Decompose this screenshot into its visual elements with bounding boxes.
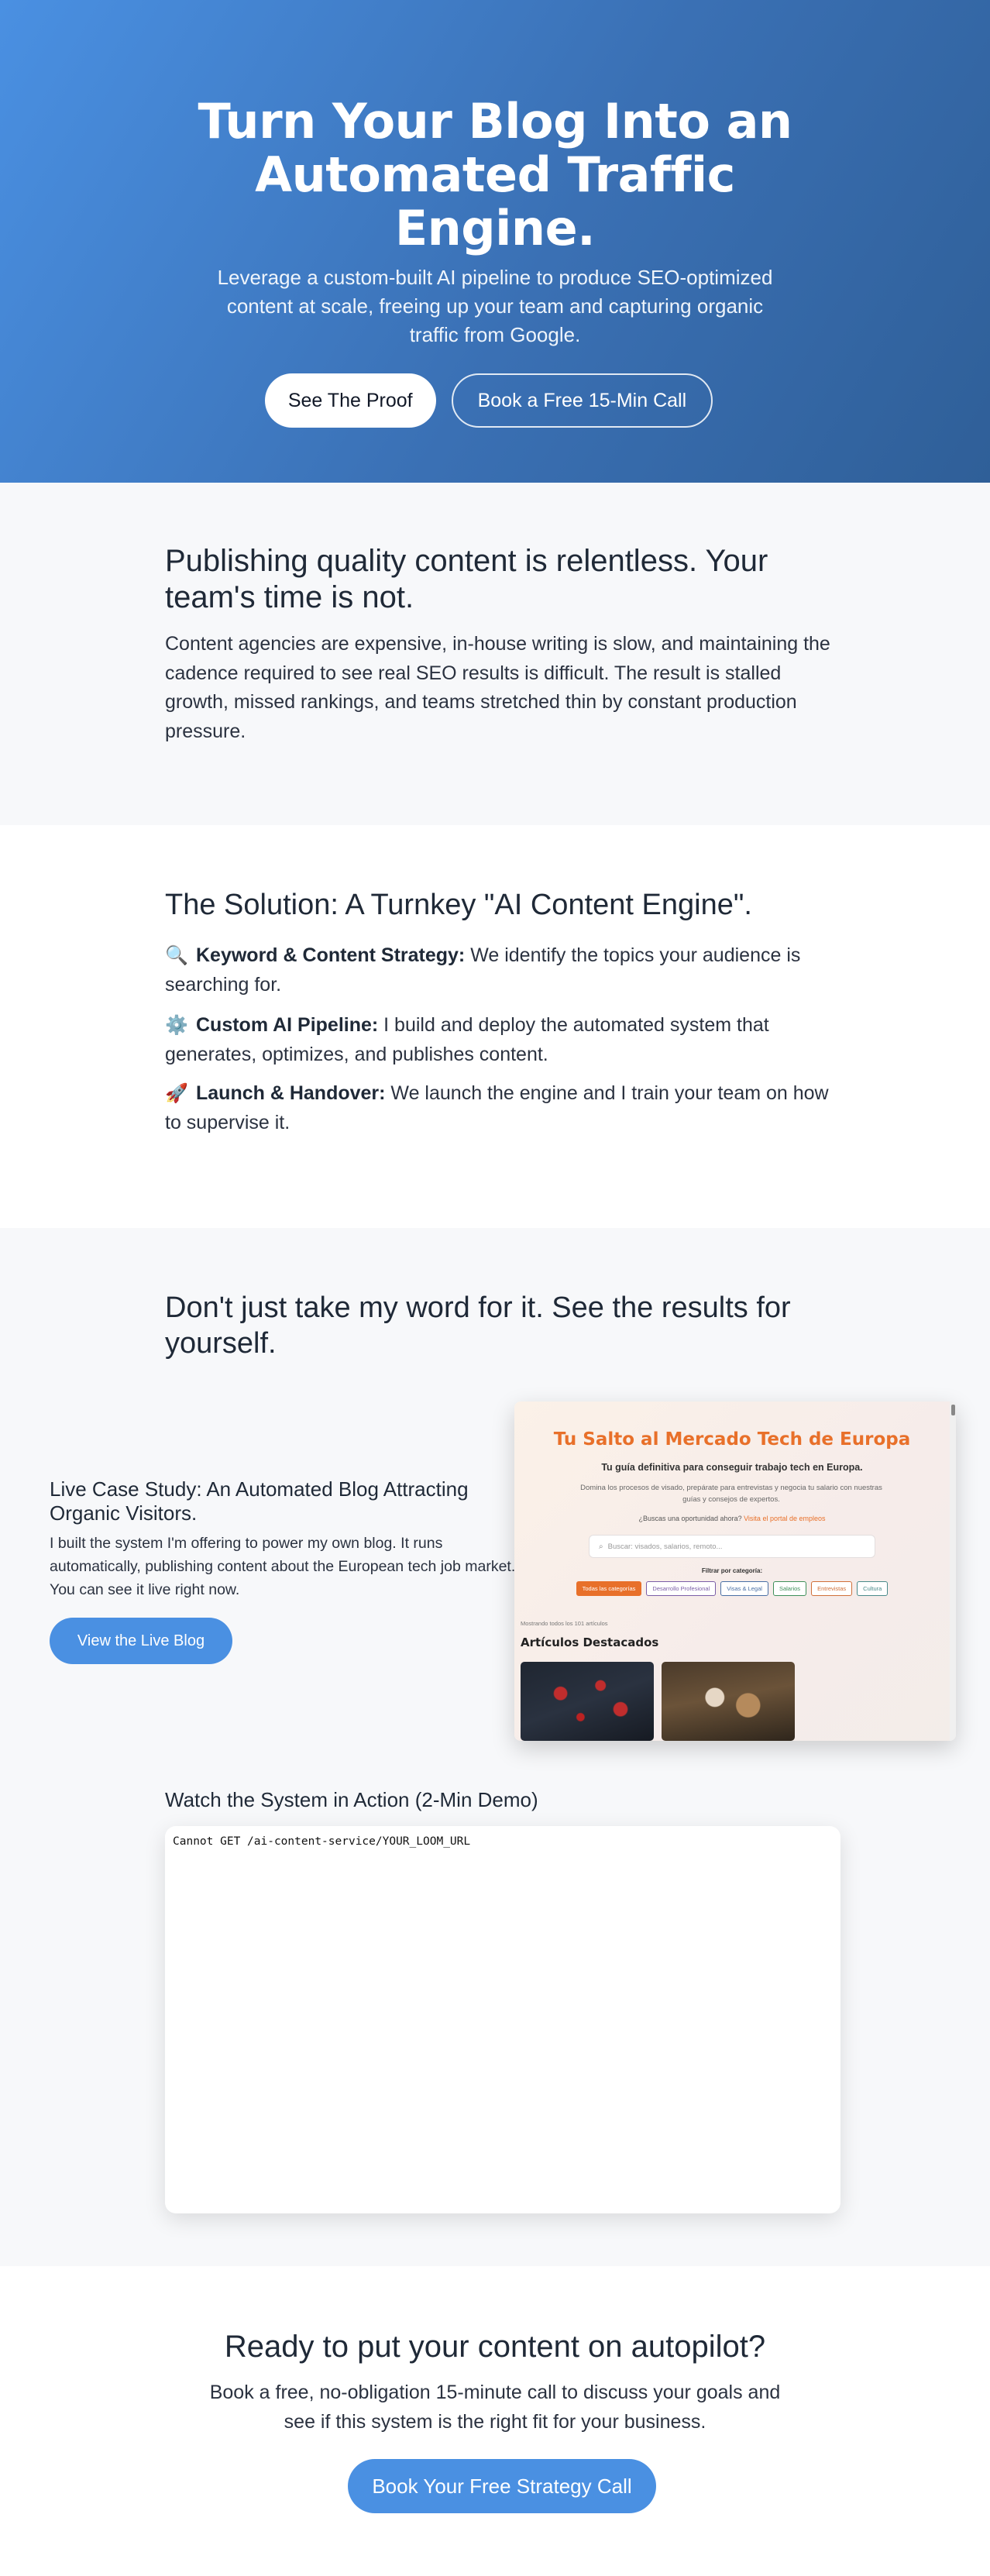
search-icon: ⌕ bbox=[599, 1542, 603, 1551]
demo-title: Watch the System in Action (2-Min Demo) bbox=[165, 1788, 538, 1811]
demo-error-text: Cannot GET /ai-content-service/YOUR_LOOM… bbox=[173, 1835, 471, 1848]
gear-icon: ⚙️ bbox=[165, 1015, 188, 1036]
cta-body: Book a free, no-obligation 15-minute cal… bbox=[209, 2382, 781, 2433]
cta-heading: Ready to put your content on autopilot? bbox=[224, 2330, 766, 2364]
screenshot-question-text: ¿Buscas una oportunidad ahora? bbox=[638, 1515, 742, 1522]
screenshot-category-chip: Salarios bbox=[772, 1581, 807, 1596]
problem-heading: Publishing quality content is relentless… bbox=[165, 544, 768, 614]
hero-title: Turn Your Blog Into an Automated Traffic… bbox=[198, 93, 792, 256]
screenshot-count: Mostrando todos los 101 artículos bbox=[521, 1620, 608, 1627]
screenshot-category-chip: Entrevistas bbox=[811, 1581, 853, 1596]
screenshot-search-placeholder: Buscar: visados, salarios, remoto... bbox=[607, 1542, 723, 1551]
screenshot-featured-label: Artículos Destacados bbox=[521, 1635, 659, 1649]
screenshot-category-chips: Todas las categorías Desarrollo Profesion… bbox=[514, 1581, 950, 1596]
solution-item-title: Launch & Handover: bbox=[196, 1082, 386, 1104]
article-image-map bbox=[521, 1662, 654, 1741]
screenshot-question: ¿Buscas una oportunidad ahora? Visita el… bbox=[514, 1515, 950, 1522]
screenshot-category-chip: Cultura bbox=[857, 1581, 889, 1596]
solution-item-launch: 🚀 Launch & Handover: We launch the engine… bbox=[165, 1079, 847, 1137]
solution-item-title: Custom AI Pipeline: bbox=[196, 1014, 379, 1036]
screenshot-description: Domina los procesos de visado, prepárate… bbox=[580, 1484, 882, 1504]
screenshot-scrollbar bbox=[950, 1401, 956, 1741]
book-strategy-call-button[interactable]: Book Your Free Strategy Call bbox=[348, 2459, 656, 2513]
blog-screenshot: Tu Salto al Mercado Tech de Europa Tu gu… bbox=[514, 1401, 956, 1741]
hero-subtitle: Leverage a custom-built AI pipeline to p… bbox=[217, 266, 773, 346]
screenshot-category-chip: Visas & Legal bbox=[720, 1581, 768, 1596]
problem-section: Publishing quality content is relentless… bbox=[0, 483, 990, 825]
solution-item-pipeline: ⚙️ Custom AI Pipeline: I build and deploy… bbox=[165, 1011, 847, 1069]
screenshot-question-link: Visita el portal de empleos bbox=[744, 1515, 826, 1522]
case-study-title: Live Case Study: An Automated Blog Attra… bbox=[50, 1477, 469, 1525]
solution-item-title: Keyword & Content Strategy: bbox=[196, 944, 466, 966]
proof-heading: Don't just take my word for it. See the … bbox=[165, 1291, 791, 1360]
hero-section: Turn Your Blog Into an Automated Traffic… bbox=[0, 0, 990, 483]
book-call-button[interactable]: Book a Free 15-Min Call bbox=[451, 373, 713, 428]
screenshot-search: ⌕ Buscar: visados, salarios, remoto... bbox=[589, 1535, 875, 1558]
screenshot-category-chip: Todas las categorías bbox=[576, 1581, 642, 1596]
screenshot-subtitle: Tu guía definitiva para conseguir trabaj… bbox=[601, 1462, 863, 1473]
problem-body: Content agencies are expensive, in-house… bbox=[165, 633, 830, 742]
solution-heading: The Solution: A Turnkey "AI Content Engi… bbox=[165, 889, 752, 921]
screenshot-filter-label: Filtrar por categoría: bbox=[701, 1567, 763, 1574]
cta-section: Ready to put your content on autopilot? … bbox=[0, 2266, 990, 2576]
rocket-icon: 🚀 bbox=[165, 1083, 188, 1104]
article-image-people bbox=[662, 1662, 795, 1741]
case-study-description: I built the system I'm offering to power… bbox=[50, 1535, 516, 1598]
hero-buttons: See The Proof Book a Free 15-Min Call bbox=[0, 373, 990, 428]
screenshot-category-chip: Desarrollo Profesional bbox=[646, 1581, 717, 1596]
magnifier-icon: 🔍 bbox=[165, 945, 188, 966]
view-live-blog-button[interactable]: View the Live Blog bbox=[50, 1618, 232, 1664]
screenshot-title: Tu Salto al Mercado Tech de Europa bbox=[553, 1429, 911, 1450]
solution-section: The Solution: A Turnkey "AI Content Engi… bbox=[0, 825, 990, 1228]
solution-item-strategy: 🔍 Keyword & Content Strategy: We identify… bbox=[165, 941, 847, 999]
see-proof-button[interactable]: See The Proof bbox=[264, 373, 436, 428]
demo-video-frame[interactable]: Cannot GET /ai-content-service/YOUR_LOOM… bbox=[165, 1826, 840, 2213]
proof-section: Don't just take my word for it. See the … bbox=[0, 1228, 990, 2266]
